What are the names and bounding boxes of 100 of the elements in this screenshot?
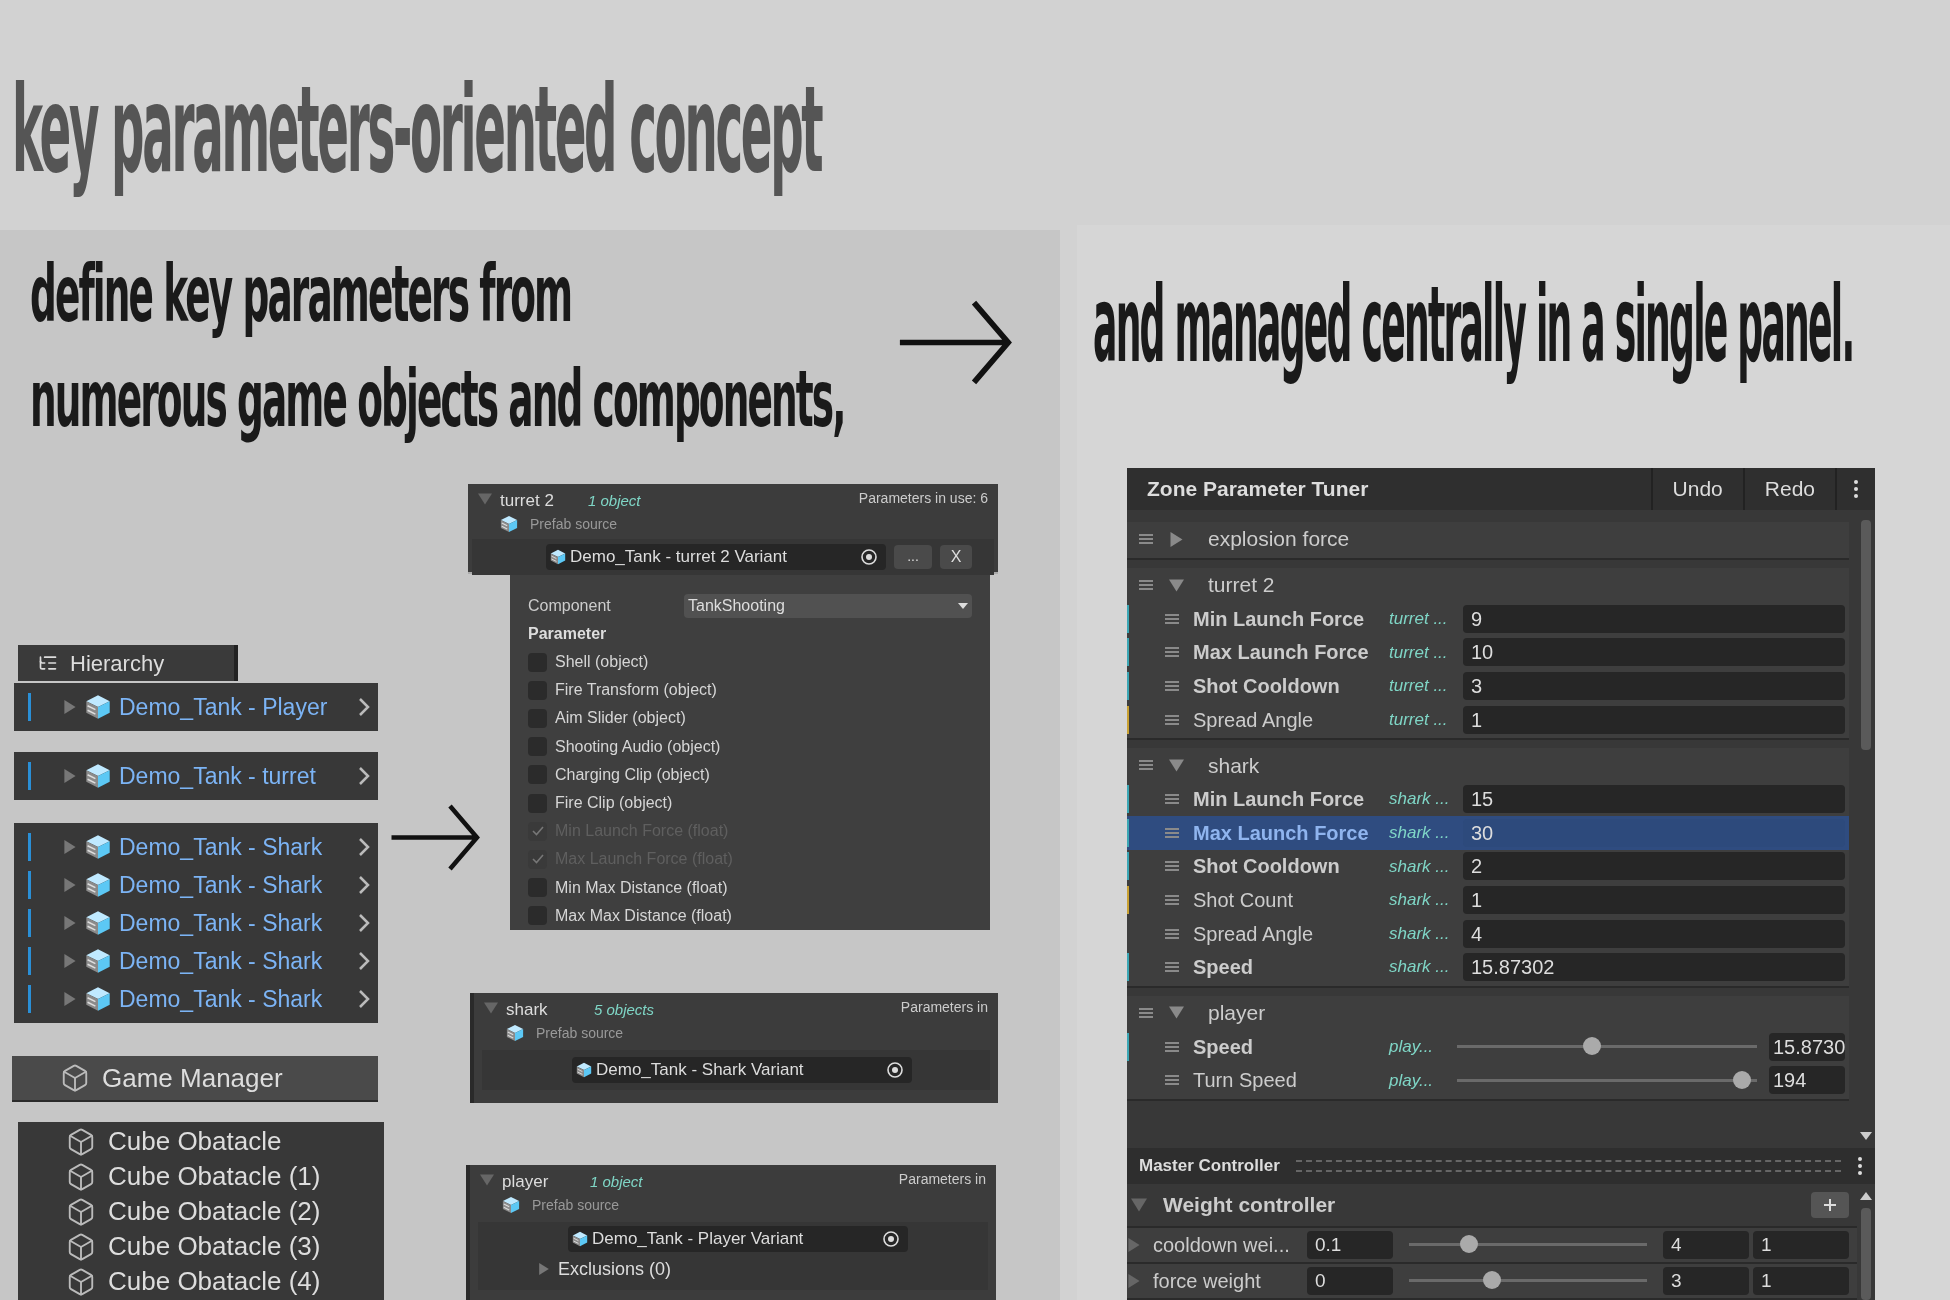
parameter-row[interactable]: Speed shark ... 15.87302 [1127,950,1849,984]
object-picker-icon[interactable] [882,1229,900,1248]
parameter-row[interactable]: Turn Speed play... 194 [1127,1063,1849,1098]
parameter-row[interactable]: Shot Cooldown turret ... 3 [1127,669,1849,703]
slider-thumb[interactable] [1583,1037,1601,1056]
min-field[interactable]: 0.1 [1307,1230,1393,1259]
chevron-right-icon[interactable] [358,913,370,933]
collapsed-triangle-icon[interactable] [1169,531,1184,547]
expanded-triangle-icon[interactable] [478,492,492,506]
collapsed-triangle-icon[interactable] [1127,1273,1141,1288]
collapsed-triangle-icon[interactable] [1127,1237,1141,1252]
more-button[interactable]: ... [894,544,932,569]
drag-handle-icon[interactable] [1165,928,1179,939]
parameter-row[interactable]: Speed play... 15.8730 [1127,1029,1849,1064]
drag-handle-icon[interactable] [1139,1007,1153,1018]
parameter-row[interactable]: Spread Angle shark ... 4 [1127,916,1849,951]
parameter-row[interactable]: Min Launch Force shark ... 15 [1127,782,1849,816]
drag-handle-icon[interactable] [1139,580,1153,590]
prefab-field[interactable]: Demo_Tank - Player Variant [568,1225,908,1252]
hierarchy-row[interactable]: Game Manager [12,1056,378,1102]
value-field[interactable]: 2 [1463,852,1845,881]
scroll-down-icon[interactable] [1860,1132,1872,1140]
toolbar-button[interactable]: Redo [1742,468,1835,510]
value-field[interactable]: 15.87302 [1463,953,1845,982]
more-options-icon[interactable] [1853,479,1859,499]
min-field[interactable]: 0 [1307,1266,1393,1295]
collapsed-triangle-icon[interactable] [63,700,77,714]
drag-handle-icon[interactable] [1165,894,1179,905]
expanded-triangle-icon[interactable] [1169,757,1184,773]
chevron-right-icon[interactable] [358,837,370,857]
value-field[interactable]: 194 [1769,1066,1845,1095]
hierarchy-item[interactable]: Demo_Tank - Shark [119,981,323,1017]
hierarchy-item[interactable]: Demo_Tank - Shark [119,943,323,979]
exclusions-foldout[interactable]: Exclusions (0) [558,1255,672,1283]
value-field[interactable]: 15 [1463,785,1845,814]
value-field[interactable]: 9 [1463,604,1845,633]
collapsed-triangle-icon[interactable] [538,1263,550,1275]
drag-handle-icon[interactable] [1165,647,1179,658]
drag-handle-icon[interactable] [1165,861,1179,872]
scroll-up-icon[interactable] [1860,1192,1872,1200]
slider-thumb[interactable] [1733,1070,1751,1089]
checkbox[interactable] [528,849,547,869]
value-field[interactable]: 3 [1463,672,1845,700]
prefab-field[interactable]: Demo_Tank - turret 2 Variant [546,543,886,570]
prefab-field[interactable]: Demo_Tank - Shark Variant [572,1056,912,1083]
chevron-right-icon[interactable] [358,951,370,971]
max-field[interactable]: 4 [1663,1230,1749,1259]
hierarchy-item[interactable]: Demo_Tank - Shark [119,829,323,865]
drag-handle-icon[interactable] [1165,962,1179,973]
more-options-icon[interactable] [1857,1156,1863,1176]
collapsed-triangle-icon[interactable] [63,992,77,1006]
drag-handle-icon[interactable] [1139,760,1153,771]
value-field[interactable]: 1 [1463,885,1845,914]
object-picker-icon[interactable] [860,547,878,566]
drag-handle-icon[interactable] [1165,794,1179,805]
chevron-right-icon[interactable] [358,875,370,895]
expanded-triangle-icon[interactable] [480,1173,494,1187]
component-dropdown[interactable]: TankShooting [684,594,972,618]
toolbar-button[interactable]: Undo [1650,468,1743,510]
drag-handle-icon[interactable] [1165,681,1179,691]
value-field[interactable]: 1 [1753,1230,1849,1259]
hierarchy-item[interactable]: Demo_Tank - Shark [119,867,323,903]
parameter-row[interactable]: Min Launch Force turret ... 9 [1127,602,1849,636]
drag-handle-icon[interactable] [1165,1075,1179,1086]
parameter-row[interactable]: Max Launch Force turret ... 10 [1127,635,1849,670]
add-button[interactable] [1811,1191,1849,1218]
checkbox[interactable] [528,821,547,841]
parameter-row[interactable]: Max Launch Force shark ... 30 [1127,815,1849,850]
value-field[interactable]: 4 [1463,919,1845,948]
chevron-right-icon[interactable] [358,766,370,786]
clear-button[interactable]: X [940,544,972,569]
hierarchy-tab[interactable]: Hierarchy [18,645,238,681]
drag-handle-icon[interactable] [1165,613,1179,624]
drag-handle-icon[interactable] [1139,534,1153,544]
drag-handle-icon[interactable] [1165,827,1179,838]
collapsed-triangle-icon[interactable] [63,840,77,854]
parameter-row[interactable]: Shot Cooldown shark ... 2 [1127,849,1849,884]
value-field[interactable]: 15.8730 [1769,1032,1845,1061]
drag-handle-icon[interactable] [1165,714,1179,725]
parameter-row[interactable]: Shot Count shark ... 1 [1127,883,1849,917]
expanded-triangle-icon[interactable] [1169,1005,1184,1021]
hierarchy-item[interactable]: Demo_Tank - Shark [119,905,323,941]
chevron-right-icon[interactable] [358,697,370,717]
drag-handle-icon[interactable] [1165,1041,1179,1052]
hierarchy-item[interactable]: Demo_Tank - turret [119,758,316,794]
parameter-row[interactable]: Spread Angle turret ... 1 [1127,702,1849,737]
expanded-triangle-icon[interactable] [1131,1196,1147,1213]
value-field[interactable]: 1 [1753,1266,1849,1295]
value-field[interactable]: 30 [1463,818,1845,847]
expanded-triangle-icon[interactable] [484,1001,498,1015]
value-field[interactable]: 1 [1463,705,1845,734]
expanded-triangle-icon[interactable] [1169,577,1184,593]
chevron-right-icon[interactable] [358,989,370,1009]
hierarchy-item[interactable]: Demo_Tank - Player [119,689,328,725]
value-field[interactable]: 10 [1463,638,1845,667]
slider-thumb[interactable] [1483,1271,1502,1290]
splitter-handle[interactable] [1295,1160,1841,1172]
collapsed-triangle-icon[interactable] [63,916,77,930]
collapsed-triangle-icon[interactable] [63,878,77,892]
slider-thumb[interactable] [1459,1235,1478,1254]
